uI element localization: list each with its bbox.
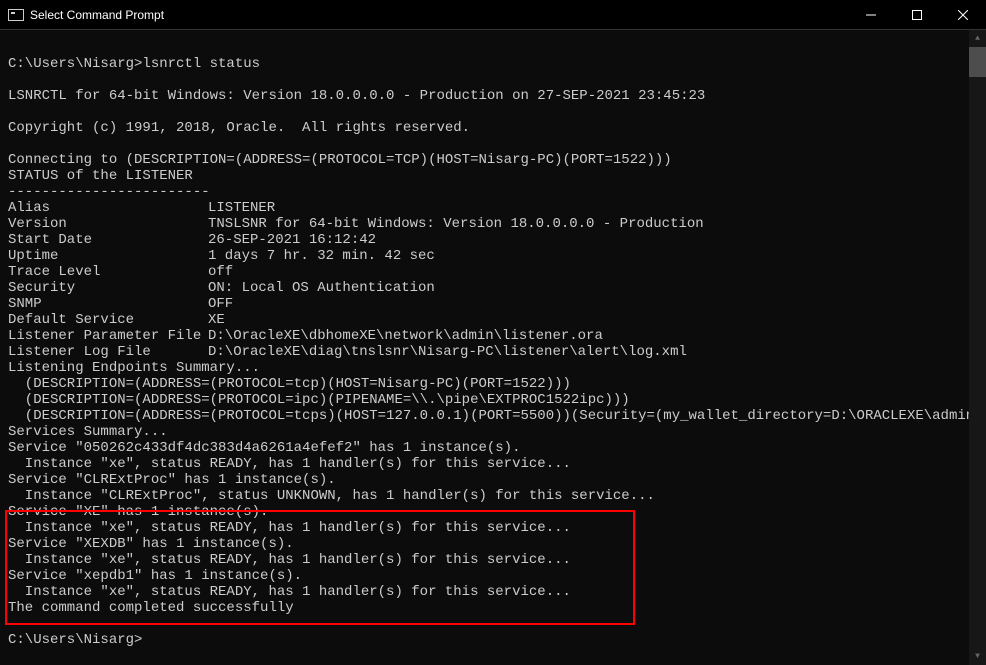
- param-file-value: D:\OracleXE\dbhomeXE\network\admin\liste…: [208, 328, 603, 344]
- start-date-label: Start Date: [8, 232, 208, 248]
- endpoint-3: (DESCRIPTION=(ADDRESS=(PROTOCOL=tcps)(HO…: [8, 408, 986, 424]
- svc5-inst: Instance "xe", status READY, has 1 handl…: [8, 584, 571, 600]
- svc5: Service "xepdb1" has 1 instance(s).: [8, 568, 302, 584]
- close-icon: [958, 10, 968, 20]
- field-security: SecurityON: Local OS Authentication: [8, 280, 435, 296]
- svc2: Service "CLRExtProc" has 1 instance(s).: [8, 472, 336, 488]
- svc3: Service "XE" has 1 instance(s).: [8, 504, 268, 520]
- complete-msg: The command completed successfully: [8, 600, 294, 616]
- svc4: Service "XEXDB" has 1 instance(s).: [8, 536, 294, 552]
- trace-value: off: [208, 264, 233, 280]
- output-divider: ------------------------: [8, 184, 210, 200]
- output-connecting: Connecting to (DESCRIPTION=(ADDRESS=(PRO…: [8, 152, 672, 168]
- endpoints-header: Listening Endpoints Summary...: [8, 360, 260, 376]
- trace-label: Trace Level: [8, 264, 208, 280]
- field-start-date: Start Date26-SEP-2021 16:12:42: [8, 232, 376, 248]
- version-value: TNSLSNR for 64-bit Windows: Version 18.0…: [208, 216, 704, 232]
- endpoint-2: (DESCRIPTION=(ADDRESS=(PROTOCOL=ipc)(PIP…: [8, 392, 630, 408]
- security-value: ON: Local OS Authentication: [208, 280, 435, 296]
- field-version: VersionTNSLSNR for 64-bit Windows: Versi…: [8, 216, 704, 232]
- version-label: Version: [8, 216, 208, 232]
- default-svc-value: XE: [208, 312, 225, 328]
- start-date-value: 26-SEP-2021 16:12:42: [208, 232, 376, 248]
- endpoint-1: (DESCRIPTION=(ADDRESS=(PROTOCOL=tcp)(HOS…: [8, 376, 571, 392]
- titlebar-left: Select Command Prompt: [8, 8, 164, 22]
- snmp-value: OFF: [208, 296, 233, 312]
- scrollbar-thumb[interactable]: [969, 47, 986, 77]
- prompt-line: C:\Users\Nisarg>lsnrctl status: [8, 56, 260, 72]
- services-header: Services Summary...: [8, 424, 168, 440]
- field-trace: Trace Leveloff: [8, 264, 233, 280]
- svc1: Service "050262c433df4dc383d4a6261a4efef…: [8, 440, 520, 456]
- output-header: LSNRCTL for 64-bit Windows: Version 18.0…: [8, 88, 705, 104]
- prompt-path: C:\Users\Nisarg>: [8, 56, 142, 72]
- output-copyright: Copyright (c) 1991, 2018, Oracle. All ri…: [8, 120, 470, 136]
- output-status-header: STATUS of the LISTENER: [8, 168, 193, 184]
- maximize-icon: [912, 10, 922, 20]
- svc1-inst: Instance "xe", status READY, has 1 handl…: [8, 456, 571, 472]
- close-button[interactable]: [940, 0, 986, 30]
- terminal-content[interactable]: C:\Users\Nisarg>lsnrctl status LSNRCTL f…: [0, 30, 986, 665]
- svc3-inst: Instance "xe", status READY, has 1 handl…: [8, 520, 571, 536]
- window-title: Select Command Prompt: [30, 8, 164, 22]
- svc4-inst: Instance "xe", status READY, has 1 handl…: [8, 552, 571, 568]
- field-alias: AliasLISTENER: [8, 200, 275, 216]
- security-label: Security: [8, 280, 208, 296]
- minimize-button[interactable]: [848, 0, 894, 30]
- uptime-label: Uptime: [8, 248, 208, 264]
- param-file-label: Listener Parameter File: [8, 328, 208, 344]
- log-file-label: Listener Log File: [8, 344, 208, 360]
- snmp-label: SNMP: [8, 296, 208, 312]
- window-controls: [848, 0, 986, 30]
- command-text: lsnrctl status: [142, 56, 260, 72]
- scrollbar-arrow-up-icon[interactable]: ▲: [969, 30, 986, 47]
- log-file-value: D:\OracleXE\diag\tnslsnr\Nisarg-PC\liste…: [208, 344, 687, 360]
- field-uptime: Uptime1 days 7 hr. 32 min. 42 sec: [8, 248, 435, 264]
- svc2-inst: Instance "CLRExtProc", status UNKNOWN, h…: [8, 488, 655, 504]
- uptime-value: 1 days 7 hr. 32 min. 42 sec: [208, 248, 435, 264]
- default-svc-label: Default Service: [8, 312, 208, 328]
- minimize-icon: [866, 10, 876, 20]
- field-default-svc: Default ServiceXE: [8, 312, 225, 328]
- scrollbar[interactable]: ▲ ▼: [969, 30, 986, 665]
- cmd-icon: [8, 9, 24, 21]
- alias-label: Alias: [8, 200, 208, 216]
- field-log-file: Listener Log FileD:\OracleXE\diag\tnslsn…: [8, 344, 687, 360]
- scrollbar-arrow-down-icon[interactable]: ▼: [969, 648, 986, 665]
- window-titlebar: Select Command Prompt: [0, 0, 986, 30]
- alias-value: LISTENER: [208, 200, 275, 216]
- field-snmp: SNMPOFF: [8, 296, 233, 312]
- prompt-line-2: C:\Users\Nisarg>: [8, 632, 142, 648]
- field-param-file: Listener Parameter FileD:\OracleXE\dbhom…: [8, 328, 603, 344]
- maximize-button[interactable]: [894, 0, 940, 30]
